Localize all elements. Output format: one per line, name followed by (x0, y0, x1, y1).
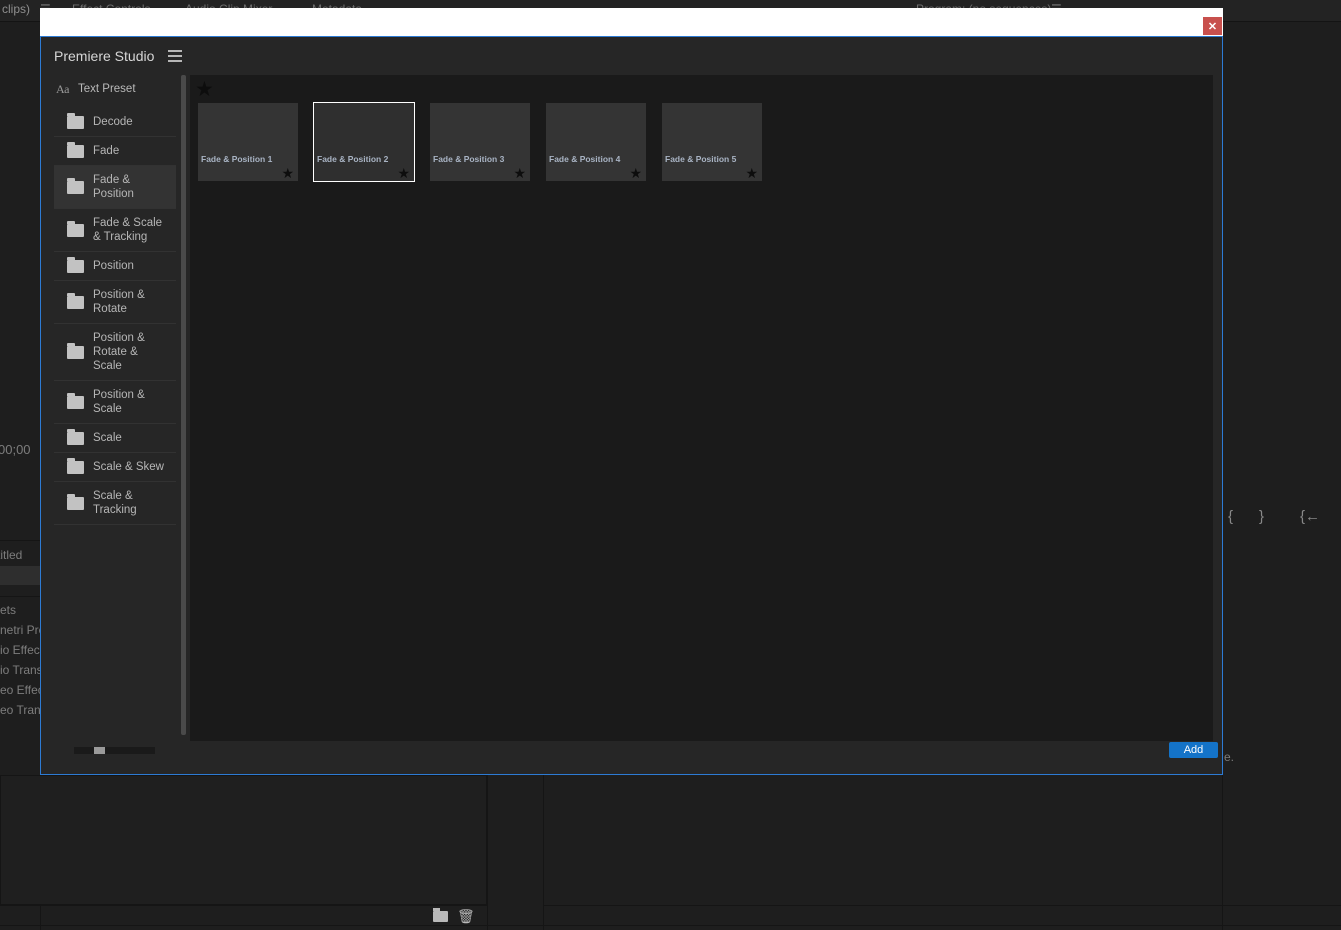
preset-thumbnail[interactable]: Fade & Position 4 ★ (546, 103, 646, 181)
sidebar-item-label: Fade & Scale & Tracking (93, 217, 163, 243)
preset-thumbnail[interactable]: Fade & Position 1 ★ (198, 103, 298, 181)
sidebar-item-position-rotate[interactable]: Position & Rotate (54, 281, 176, 324)
folder-icon (67, 392, 84, 409)
sidebar-scrollbar-thumb[interactable] (181, 75, 186, 735)
dialog-title: Premiere Studio (54, 48, 155, 64)
background-divider-5 (0, 540, 40, 541)
sidebar-item-label: Position & Rotate & Scale (93, 332, 145, 372)
background-project-name: titled (0, 548, 23, 562)
sidebar-item-label: Decode (93, 116, 133, 128)
sidebar-item-fade[interactable]: Fade (54, 137, 176, 166)
dialog-footer: Add (41, 741, 1222, 774)
sidebar-header: Aa Text Preset (54, 75, 176, 103)
background-right-text: e. (1224, 750, 1235, 764)
new-bin-folder-icon[interactable] (433, 911, 448, 922)
content-toolbar: ★ (190, 75, 1213, 103)
sidebar-item-scale-skew[interactable]: Scale & Skew (54, 453, 176, 482)
sidebar-item-label: Scale & Skew (93, 461, 164, 473)
folder-icon (67, 342, 84, 359)
sidebar-item-scale-tracking[interactable]: Scale & Tracking (54, 482, 176, 525)
sidebar-item-label: Position (93, 260, 134, 272)
background-divider-2 (487, 775, 488, 930)
sidebar-item-label: Position & Rotate (93, 289, 145, 315)
trim-in-icon[interactable]: { (1228, 508, 1233, 525)
dialog-titlebar: Premiere Studio (41, 37, 1222, 75)
background-divider-8 (0, 925, 1341, 926)
folder-icon (67, 428, 84, 445)
background-divider-6 (0, 596, 40, 597)
sidebar-item-scale[interactable]: Scale (54, 424, 176, 453)
favorites-filter-star-icon[interactable]: ★ (195, 79, 214, 100)
add-button[interactable]: Add (1169, 742, 1218, 758)
folder-icon (67, 457, 84, 474)
sidebar-header-label: Text Preset (78, 83, 136, 95)
trim-back-icon[interactable]: {← (1300, 508, 1320, 525)
background-project-panel (0, 775, 487, 905)
folder-icon (67, 112, 84, 129)
folder-icon (67, 220, 84, 237)
background-divider-3 (543, 775, 544, 930)
zoom-slider-handle[interactable] (94, 747, 105, 754)
preset-favorite-star-icon[interactable]: ★ (513, 166, 526, 180)
sidebar-item-decode[interactable]: Decode (54, 108, 176, 137)
sidebar-list: Decode Fade Fade & Position Fade & Scale… (54, 108, 176, 525)
background-list-item-audio-effects[interactable]: io Effect (0, 643, 43, 657)
background-tab-clips[interactable]: clips) (2, 2, 30, 16)
sidebar-item-label: Position & Scale (93, 389, 145, 415)
preset-thumbnail-selected[interactable]: Fade & Position 2 ★ (313, 102, 415, 182)
sidebar-item-position-scale[interactable]: Position & Scale (54, 381, 176, 424)
background-timecode: 00;00 (0, 442, 31, 457)
preset-thumbnail[interactable]: Fade & Position 5 ★ (662, 103, 762, 181)
sidebar-item-fade-position[interactable]: Fade & Position (54, 166, 176, 209)
sidebar-scrollbar[interactable] (178, 75, 188, 741)
sidebar-item-label: Fade & Position (93, 174, 134, 200)
preset-label: Fade & Position 3 (433, 154, 505, 164)
preset-favorite-star-icon[interactable]: ★ (397, 166, 410, 180)
preset-label: Fade & Position 1 (201, 154, 273, 164)
preset-favorite-star-icon[interactable]: ★ (629, 166, 642, 180)
new-bin-folder-tab-icon (433, 908, 440, 911)
dialog-body: Aa Text Preset Decode Fade Fade & Positi… (41, 75, 1222, 741)
background-divider-7 (543, 905, 1341, 906)
sidebar-item-position-rotate-scale[interactable]: Position & Rotate & Scale (54, 324, 176, 381)
text-preset-aa-icon: Aa (56, 81, 70, 96)
sidebar-item-position[interactable]: Position (54, 252, 176, 281)
preset-label: Fade & Position 5 (665, 154, 737, 164)
preset-favorite-star-icon[interactable]: ★ (745, 166, 758, 180)
background-selected-row (0, 566, 40, 585)
background-list-item-lumetri-presets[interactable]: netri Pre (0, 623, 45, 637)
sidebar-item-label: Scale & Tracking (93, 490, 137, 516)
folder-icon (67, 177, 84, 194)
premiere-studio-dialog: Premiere Studio Aa Text Preset Decode Fa… (40, 36, 1223, 775)
sidebar-item-label: Fade (93, 145, 120, 157)
background-list-item-presets[interactable]: ets (0, 603, 16, 617)
sidebar: Aa Text Preset Decode Fade Fade & Positi… (54, 75, 176, 741)
sidebar-item-label: Scale (93, 432, 122, 444)
trash-icon[interactable]: 🗑 (457, 908, 475, 925)
preset-label: Fade & Position 2 (317, 154, 389, 164)
folder-icon (67, 141, 84, 158)
preset-thumbnail-grid: Fade & Position 1 ★ Fade & Position 2 ★ … (190, 102, 1213, 182)
folder-icon (67, 493, 84, 510)
sidebar-item-fade-scale-tracking[interactable]: Fade & Scale & Tracking (54, 209, 176, 252)
preset-label: Fade & Position 4 (549, 154, 621, 164)
hamburger-menu-icon[interactable] (168, 50, 183, 62)
background-divider-9 (0, 905, 487, 906)
thumbnail-zoom-slider[interactable] (74, 747, 155, 754)
preset-thumbnail[interactable]: Fade & Position 3 ★ (430, 103, 530, 181)
trim-out-icon[interactable]: } (1259, 508, 1264, 525)
preset-content-area: ★ Fade & Position 1 ★ Fade & Position 2 … (190, 75, 1213, 741)
folder-icon (67, 292, 84, 309)
window-titlebar-strip (40, 8, 1223, 36)
preset-favorite-star-icon[interactable]: ★ (281, 166, 294, 180)
close-button[interactable]: ✕ (1203, 17, 1222, 35)
folder-icon (67, 256, 84, 273)
background-list-item-audio-transitions[interactable]: io Trans (0, 663, 43, 677)
